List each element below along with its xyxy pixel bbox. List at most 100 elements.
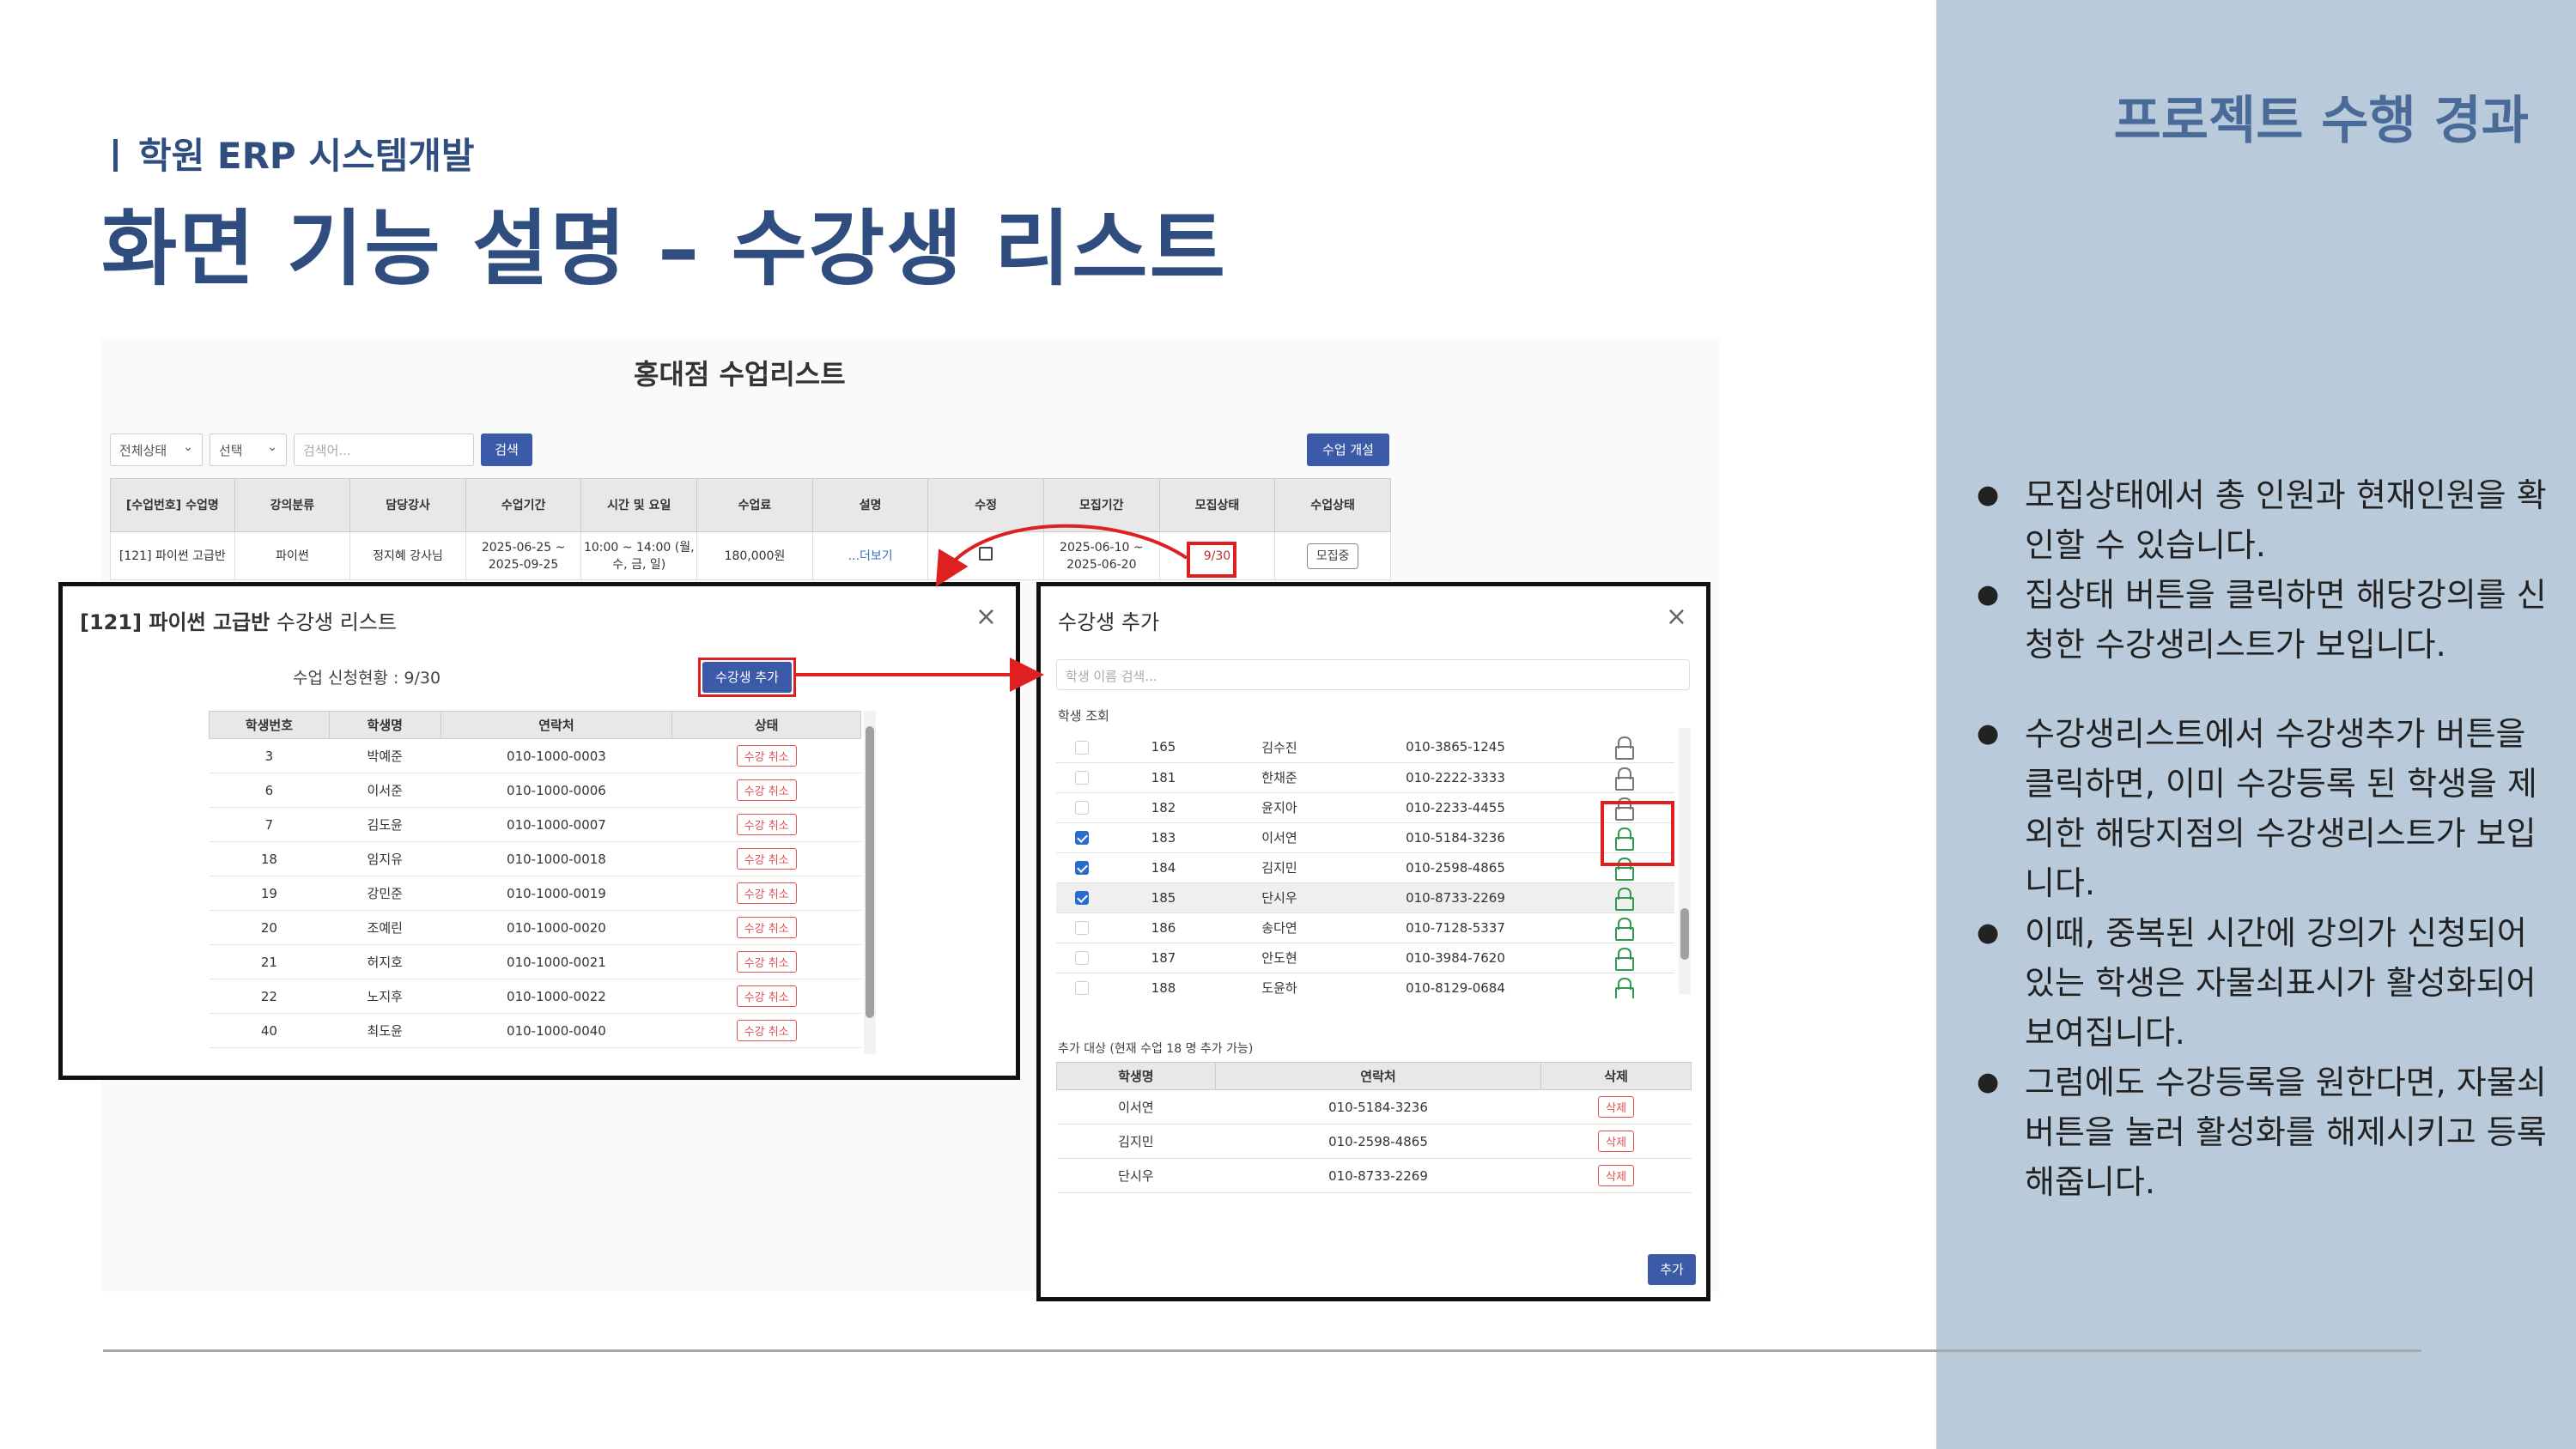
select-checkbox[interactable] <box>1075 801 1089 815</box>
delete-button[interactable]: 삭제 <box>1598 1165 1635 1186</box>
table-row: 21 허지호 010-1000-0021 수강 취소 <box>209 944 861 979</box>
more-link[interactable]: ...더보기 <box>811 531 929 580</box>
scrollbar-thumb[interactable] <box>866 726 874 1018</box>
class-status-button[interactable]: 모집중 <box>1306 543 1359 569</box>
status-filter-value: 전체상태 <box>119 443 167 458</box>
lock-icon[interactable] <box>1614 767 1634 791</box>
col-header: 담당강사 <box>349 478 466 532</box>
lock-icon[interactable] <box>1614 737 1634 761</box>
select-checkbox[interactable] <box>1075 981 1089 995</box>
lock-icon[interactable] <box>1614 947 1634 971</box>
table-row: 185 단시우 010-8733-2269 <box>1056 882 1674 913</box>
delete-cell: 삭제 <box>1540 1089 1692 1125</box>
student-id-cell: 3 <box>209 738 330 773</box>
col-header: 상태 <box>671 711 861 739</box>
select-checkbox[interactable] <box>1075 740 1089 755</box>
lock-cell <box>1571 912 1674 943</box>
student-list-modal: [121] 파이썬 고급반 수강생 리스트 수업 신청현황 : 9/30 수강생… <box>58 582 1020 1080</box>
subtitle-bar <box>113 139 118 172</box>
student-phone-cell: 010-3865-1245 <box>1340 732 1571 763</box>
scrollbar[interactable] <box>864 711 876 1054</box>
bullet-item: 집상태 버튼을 클릭하면 해당강의를 신청한 수강생리스트가 보입니다. <box>1975 570 2550 670</box>
checkbox-cell <box>1056 822 1108 853</box>
checkbox-cell <box>1056 943 1108 973</box>
student-lookup-list: 165 김수진 010-3865-1245 181 한채준 010-2222-3333 18… <box>1056 724 1692 998</box>
cancel-enrollment-button[interactable]: 수강 취소 <box>736 814 797 835</box>
search-button[interactable]: 검색 <box>481 433 532 466</box>
col-header: 모집상태 <box>1158 478 1276 532</box>
status-cell: 수강 취소 <box>671 910 861 945</box>
delete-cell: 삭제 <box>1540 1158 1692 1193</box>
col-header: 연락처 <box>440 711 673 739</box>
student-phone-cell: 010-1000-0020 <box>440 910 672 945</box>
field-select[interactable]: 선택 ⌄ <box>210 433 287 466</box>
edit-icon[interactable] <box>979 546 993 561</box>
table-header-row: 학생번호 학생명 연락처 상태 <box>209 711 861 739</box>
cancel-enrollment-button[interactable]: 수강 취소 <box>736 985 797 1007</box>
target-name-cell: 김지민 <box>1056 1124 1216 1159</box>
cancel-enrollment-button[interactable]: 수강 취소 <box>736 779 797 801</box>
search-input[interactable]: 검색어... <box>294 433 474 466</box>
enrolled-students-table: 학생번호 학생명 연락처 상태 3 박예준 010-1000-0003 수강 취소 6 이… <box>209 711 861 1048</box>
delete-button[interactable]: 삭제 <box>1598 1096 1635 1118</box>
cancel-enrollment-button[interactable]: 수강 취소 <box>736 882 797 904</box>
select-checkbox[interactable] <box>1075 921 1089 935</box>
close-icon[interactable] <box>1666 602 1687 632</box>
lock-highlight <box>1601 801 1674 866</box>
student-name-cell: 김수진 <box>1219 732 1340 763</box>
lock-icon[interactable] <box>1614 887 1634 911</box>
student-id-cell: 21 <box>209 944 330 979</box>
scrollbar-thumb[interactable] <box>1680 908 1689 960</box>
student-phone-cell: 010-7128-5337 <box>1340 912 1571 943</box>
cancel-enrollment-button[interactable]: 수강 취소 <box>736 917 797 938</box>
submit-add-button[interactable]: 추가 <box>1648 1254 1696 1285</box>
open-class-button[interactable]: 수업 개설 <box>1307 433 1389 466</box>
select-checkbox[interactable] <box>1075 831 1089 845</box>
student-id-cell: 22 <box>209 979 330 1014</box>
student-id-cell: 183 <box>1108 822 1219 853</box>
lock-cell <box>1571 732 1674 763</box>
student-name-cell: 강민준 <box>329 876 441 911</box>
cancel-enrollment-button[interactable]: 수강 취소 <box>736 848 797 870</box>
cancel-enrollment-button[interactable]: 수강 취소 <box>736 745 797 767</box>
checkbox-cell <box>1056 852 1108 883</box>
status-filter-select[interactable]: 전체상태 ⌄ <box>110 433 203 466</box>
student-name-cell: 도윤하 <box>1219 973 1340 998</box>
select-checkbox[interactable] <box>1075 771 1089 785</box>
recruit-period-cell: 2025-06-10 ~ 2025-06-20 <box>1042 531 1160 580</box>
table-row: 188 도윤하 010-8129-0684 <box>1056 973 1674 998</box>
class-name-cell: [121] 파이썬 고급반 <box>110 531 235 580</box>
lock-icon[interactable] <box>1614 977 1634 998</box>
lock-icon[interactable] <box>1614 917 1634 941</box>
bullet-item: 그럼에도 수강등록을 원한다면, 자물쇠버튼을 눌러 활성화를 해제시키고 등록… <box>1975 1058 2550 1207</box>
status-cell: 수강 취소 <box>671 944 861 979</box>
table-row: 7 김도윤 010-1000-0007 수강 취소 <box>209 807 861 842</box>
col-header: 설명 <box>811 478 929 532</box>
select-checkbox[interactable] <box>1075 951 1089 965</box>
cancel-enrollment-button[interactable]: 수강 취소 <box>736 951 797 973</box>
class-status-cell: 모집중 <box>1274 531 1391 580</box>
student-id-cell: 165 <box>1108 732 1219 763</box>
col-header: 수업기간 <box>465 478 582 532</box>
lookup-label: 학생 조회 <box>1058 708 1109 724</box>
add-student-modal: 수강생 추가 학생 이름 검색... 학생 조회 165김수진010-3865-… <box>1036 582 1710 1301</box>
table-row: 40 최도윤 010-1000-0040 수강 취소 <box>209 1013 861 1048</box>
delete-button[interactable]: 삭제 <box>1598 1131 1635 1152</box>
close-icon[interactable] <box>975 602 997 632</box>
slide: 프로젝트 수행 경과 모집상태에서 총 인원과 현재인원을 확인할 수 있습니다… <box>0 0 2576 1449</box>
subtitle-text: 학원 ERP 시스템개발 <box>138 135 475 177</box>
table-row: 6 이서준 010-1000-0006 수강 취소 <box>209 773 861 808</box>
fee-cell: 180,000원 <box>696 531 813 580</box>
student-phone-cell: 010-2222-3333 <box>1340 762 1571 793</box>
student-search-input[interactable]: 학생 이름 검색... <box>1056 659 1690 690</box>
bottom-divider <box>103 1349 2421 1352</box>
add-target-label: 추가 대상 (현재 수업 18 명 추가 가능) <box>1058 1042 1254 1056</box>
scrollbar[interactable] <box>1679 728 1691 994</box>
select-checkbox[interactable] <box>1075 861 1089 875</box>
cancel-enrollment-button[interactable]: 수강 취소 <box>736 1020 797 1041</box>
select-checkbox[interactable] <box>1075 891 1089 905</box>
student-phone-cell: 010-1000-0007 <box>440 807 672 842</box>
student-id-cell: 182 <box>1108 792 1219 823</box>
checkbox-cell <box>1056 973 1108 998</box>
bullet-item: 수강생리스트에서 수강생추가 버튼을 클릭하면, 이미 수강등록 된 학생을 제… <box>1975 709 2550 908</box>
